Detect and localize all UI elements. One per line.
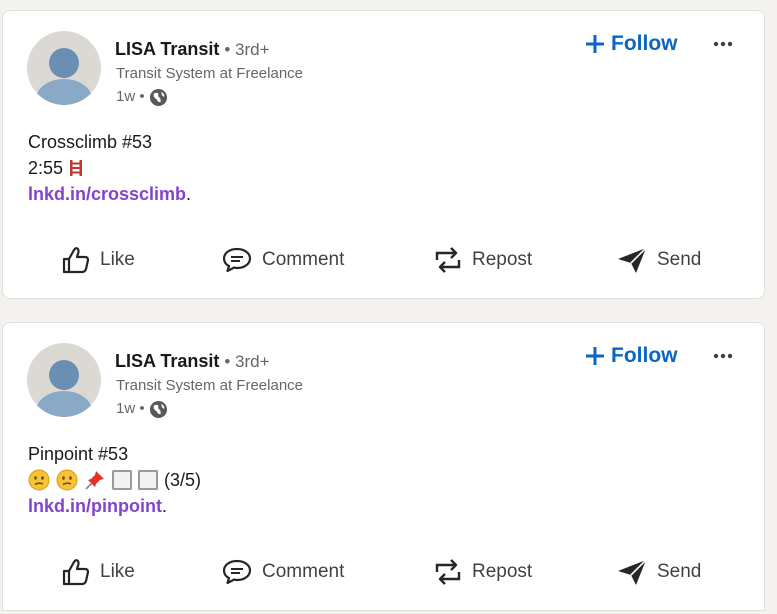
guess-score: (3/5) — [164, 470, 202, 490]
post-time: 1w • — [116, 88, 145, 105]
paper-plane-icon — [618, 559, 647, 585]
follow-label: Follow — [611, 32, 678, 55]
post-body: Crossclimb #53 2:55 lnkd.in/crossclimb. — [28, 129, 191, 207]
repost-arrows-icon — [435, 559, 461, 585]
plus-icon — [586, 347, 604, 365]
follow-button[interactable]: Follow — [580, 29, 684, 59]
more-options-button[interactable] — [706, 343, 740, 369]
repost-button[interactable]: Repost — [433, 548, 532, 596]
post-actions: Like Comment Repost Send — [3, 236, 766, 284]
like-label: Like — [100, 561, 135, 582]
post-time: 1w • — [116, 400, 145, 417]
follow-label: Follow — [611, 344, 678, 367]
thumbs-up-icon — [62, 559, 90, 586]
repost-label: Repost — [472, 561, 533, 582]
pushpin-icon — [85, 471, 104, 490]
post-actions: Like Comment Repost Send — [3, 548, 766, 596]
author-avatar[interactable] — [27, 343, 101, 417]
repost-arrows-icon — [435, 247, 461, 273]
comment-button[interactable]: Comment — [221, 548, 344, 596]
feed-post: LISA Transit • 3rd+ Transit System at Fr… — [2, 322, 765, 611]
confused-face-icon — [28, 469, 50, 491]
post-link[interactable]: lnkd.in/pinpoint — [28, 496, 162, 516]
like-button[interactable]: Like — [61, 548, 135, 596]
paper-plane-icon — [618, 247, 647, 273]
post-meta: 1w • — [116, 399, 168, 419]
comment-bubble-icon — [222, 247, 252, 273]
more-options-button[interactable] — [706, 31, 740, 57]
author-headline: Transit System at Freelance — [116, 65, 304, 82]
link-suffix: . — [186, 184, 192, 204]
ladder-icon — [70, 160, 83, 176]
comment-bubble-icon — [222, 559, 252, 585]
post-body: Pinpoint #53 (3/5) lnkd.in/pinpoint. — [28, 441, 201, 519]
more-options-icon — [713, 41, 733, 47]
repost-label: Repost — [472, 249, 533, 270]
link-suffix: . — [161, 496, 167, 516]
connection-degree: • 3rd+ — [224, 40, 270, 59]
author-line: LISA Transit • 3rd+ — [115, 37, 270, 62]
plus-icon — [586, 35, 604, 53]
author-name[interactable]: LISA Transit — [115, 39, 219, 59]
author-headline: Transit System at Freelance — [116, 377, 304, 394]
comment-label: Comment — [262, 249, 345, 270]
post-title: Crossclimb #53 — [28, 132, 153, 152]
send-label: Send — [657, 561, 702, 582]
author-name[interactable]: LISA Transit — [115, 351, 219, 371]
post-meta: 1w • — [116, 87, 168, 107]
connection-degree: • 3rd+ — [224, 352, 270, 371]
post-link[interactable]: lnkd.in/crossclimb — [28, 184, 186, 204]
thumbs-up-icon — [62, 247, 90, 274]
send-button[interactable]: Send — [616, 236, 701, 284]
repost-button[interactable]: Repost — [433, 236, 532, 284]
feed-post: LISA Transit • 3rd+ Transit System at Fr… — [2, 10, 765, 299]
comment-label: Comment — [262, 561, 345, 582]
author-line: LISA Transit • 3rd+ — [115, 349, 270, 374]
more-options-icon — [713, 353, 733, 359]
empty-guess-box — [138, 470, 158, 490]
result-time: 2:55 — [28, 158, 64, 178]
like-button[interactable]: Like — [61, 236, 135, 284]
empty-guess-box — [112, 470, 132, 490]
follow-button[interactable]: Follow — [580, 341, 684, 371]
globe-icon — [149, 88, 167, 106]
send-label: Send — [657, 249, 702, 270]
globe-icon — [149, 400, 167, 418]
post-title: Pinpoint #53 — [28, 444, 129, 464]
confused-face-icon — [56, 469, 78, 491]
like-label: Like — [100, 249, 135, 270]
send-button[interactable]: Send — [616, 548, 701, 596]
author-avatar[interactable] — [27, 31, 101, 105]
comment-button[interactable]: Comment — [221, 236, 344, 284]
